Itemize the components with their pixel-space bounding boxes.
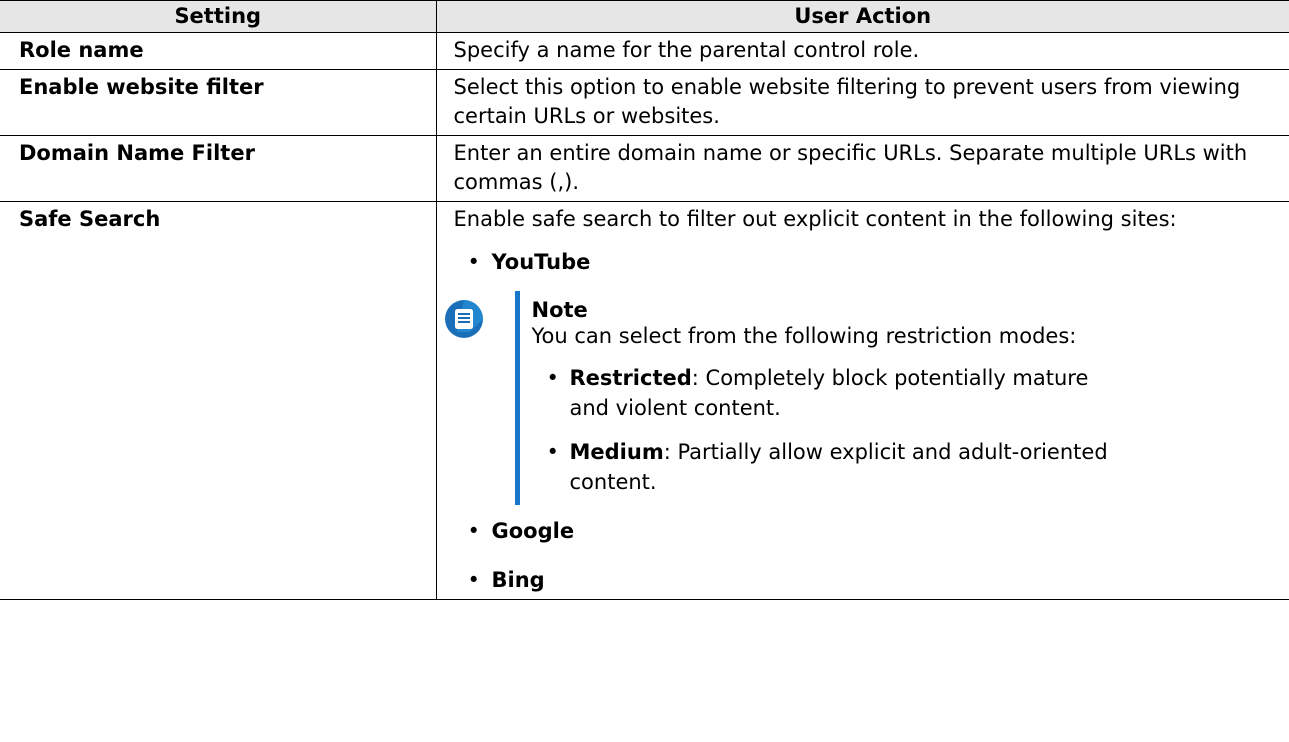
list-item: • YouTube [454, 248, 1280, 277]
restriction-mode-list: • Restricted: Completely block potential… [520, 363, 1280, 497]
table-row: Role name Specify a name for the parenta… [0, 32, 1289, 70]
list-item: • Bing [454, 566, 1280, 595]
safe-search-site-list: • YouTube [454, 248, 1280, 277]
user-action-text: Select this option to enable website fil… [453, 75, 1241, 128]
safe-search-site-list-continued: • Google • Bing [454, 517, 1280, 595]
table-header-row: Setting User Action [0, 0, 1289, 33]
bullet-icon: • [546, 440, 559, 464]
bullet-icon: • [546, 366, 559, 390]
column-header-setting: Setting [0, 0, 437, 33]
user-action-text: Enter an entire domain name or specific … [453, 141, 1248, 194]
mode-name: Medium [569, 440, 664, 464]
setting-name: Role name [19, 38, 144, 62]
note-title: Note [531, 298, 588, 322]
table-row: Domain Name Filter Enter an entire domai… [0, 135, 1289, 202]
column-header-user-action: User Action [435, 0, 1289, 33]
user-action-text: Specify a name for the parental control … [453, 38, 920, 62]
setting-name: Safe Search [19, 207, 161, 231]
note-callout: Note You can select from the following r… [444, 291, 1280, 505]
note-icon [444, 300, 483, 338]
list-item: • Medium: Partially allow explicit and a… [520, 437, 1130, 497]
table-row: Safe Search Enable safe search to filter… [0, 201, 1289, 600]
list-item: • Restricted: Completely block potential… [520, 363, 1130, 423]
mode-name: Restricted [569, 366, 692, 390]
setting-name: Enable website filter [19, 75, 264, 99]
user-action-text: Enable safe search to filter out explici… [453, 207, 1177, 231]
site-name: Bing [491, 568, 545, 592]
setting-name: Domain Name Filter [19, 141, 255, 165]
note-intro: You can select from the following restri… [531, 324, 1077, 348]
site-name: YouTube [491, 250, 591, 274]
site-name: Google [491, 519, 575, 543]
bullet-icon: • [467, 250, 480, 274]
list-item: • Google [454, 517, 1280, 546]
document-page: Setting User Action Role name Specify a … [0, 0, 1289, 742]
table-row: Enable website filter Select this option… [0, 69, 1289, 136]
bullet-icon: • [467, 519, 480, 543]
settings-table: Setting User Action Role name Specify a … [0, 0, 1289, 600]
bullet-icon: • [467, 568, 480, 592]
